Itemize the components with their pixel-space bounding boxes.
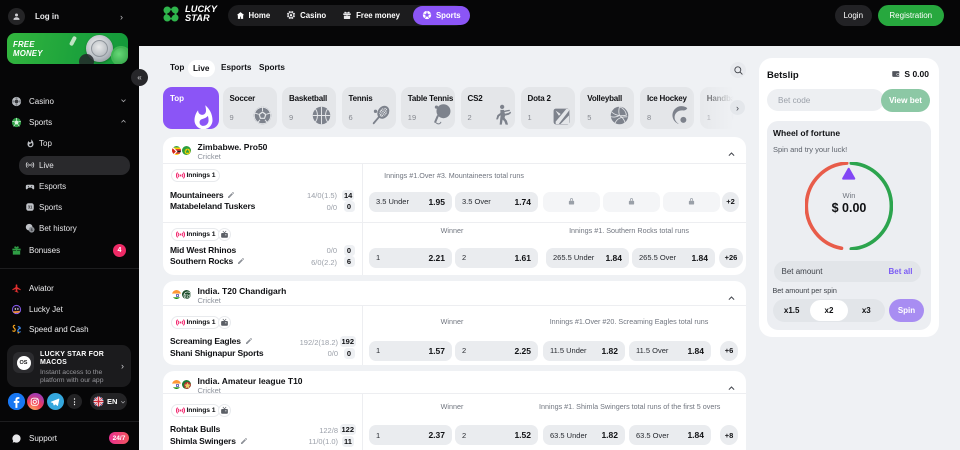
svg-text:31: 31 — [28, 205, 33, 210]
svg-text:T20: T20 — [184, 293, 192, 298]
